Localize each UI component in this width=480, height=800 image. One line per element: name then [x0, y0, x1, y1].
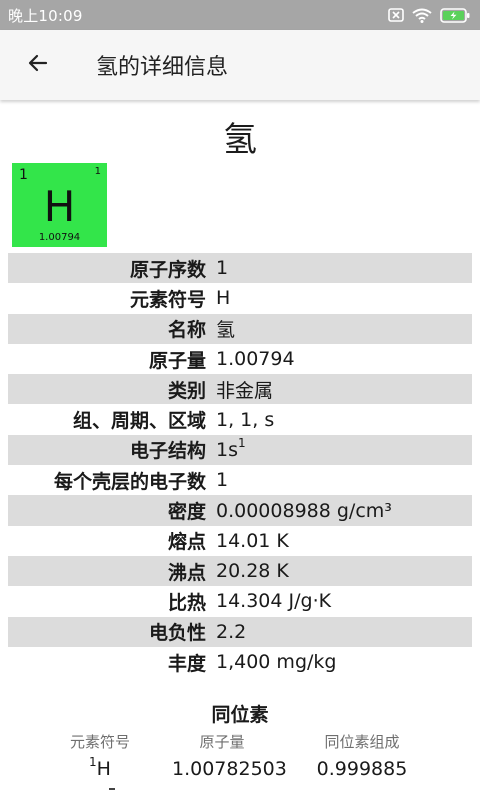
property-value: 1,400 mg/kg [216, 651, 337, 673]
status-bar: 晚上10:09 [0, 0, 480, 30]
property-value: 非金属 [216, 379, 274, 402]
property-label: 原子量 [148, 349, 206, 372]
property-label: 熔点 [167, 531, 206, 554]
isotope-atomic-mass: 1.00782503 [172, 758, 287, 780]
property-row-atomic-number: 原子序数 1 [8, 253, 472, 284]
property-label: 类别 [167, 379, 206, 402]
battery-charging-icon [440, 7, 470, 23]
tile-atomic-number: 1 [19, 167, 28, 183]
back-button[interactable] [14, 41, 62, 89]
property-value: 0.00008988 g/cm³ [216, 499, 392, 522]
property-label: 原子序数 [129, 258, 206, 281]
property-value: 1 [216, 469, 229, 492]
property-row-electrons-per-shell: 每个壳层的电子数 1 [8, 465, 472, 495]
property-label: 沸点 [167, 561, 206, 584]
isotope-subscript-mark [109, 788, 115, 790]
property-row-name: 名称 氢 [8, 313, 472, 344]
isotope-symbol: 1H [50, 755, 150, 780]
status-time: 晚上10:09 [8, 6, 83, 25]
property-value: 1s1 [216, 435, 246, 461]
properties-table: 原子序数 1 元素符号 H 名称 氢 原子量 1.00794 类别 非金属 组、… [8, 253, 472, 677]
property-value: 20.28 K [216, 560, 289, 583]
property-label: 丰度 [167, 652, 206, 675]
property-value: 1, 1, s [216, 408, 275, 431]
wifi-icon [412, 8, 432, 23]
property-label: 名称 [167, 319, 206, 342]
property-row-electronegativity: 电负性 2.2 [8, 616, 472, 647]
property-value: 14.304 J/g·K [216, 590, 332, 613]
property-value: 氢 [216, 319, 236, 342]
electron-config-superscript: 1 [238, 435, 246, 450]
isotope-mass-number: 1 [89, 755, 97, 769]
property-label: 元素符号 [129, 288, 206, 311]
status-icons [388, 7, 470, 23]
property-value: 14.01 K [216, 529, 289, 552]
arrow-left-icon [26, 51, 50, 79]
property-label: 电负性 [148, 622, 206, 645]
tile-atomic-number-small: 1 [94, 166, 101, 177]
isotopes-header-mass: 原子量 [199, 733, 245, 751]
property-value: 2.2 [216, 620, 247, 643]
property-row-symbol: 元素符号 H [8, 283, 472, 313]
property-row-atomic-mass: 原子量 1.00794 [8, 344, 472, 374]
isotope-composition: 0.999885 [316, 758, 408, 780]
property-label: 密度 [167, 501, 206, 524]
property-label: 比热 [167, 591, 206, 614]
property-label: 每个壳层的电子数 [53, 470, 206, 493]
page-title: 氢的详细信息 [96, 55, 229, 80]
electron-config-base: 1s [216, 438, 238, 461]
property-value: 1.00794 [216, 348, 295, 371]
property-value: 1 [216, 257, 229, 280]
isotopes-header-composition: 同位素组成 [324, 733, 400, 751]
app-bar: 氢的详细信息 [0, 30, 480, 100]
sim-off-icon [388, 8, 404, 22]
element-name-heading: 氢 [223, 120, 257, 160]
property-label: 组、周期、区域 [72, 410, 206, 433]
property-row-abundance: 丰度 1,400 mg/kg [8, 647, 472, 677]
element-detail-content[interactable]: 氢 1 1 H 1.00794 原子序数 1 元素符号 H 名称 氢 原子量 1… [0, 100, 480, 800]
tile-symbol: H [43, 182, 76, 231]
property-row-density: 密度 0.00008988 g/cm³ [8, 495, 472, 526]
property-row-boiling-point: 沸点 20.28 K [8, 555, 472, 587]
property-row-group-period-block: 组、周期、区域 1, 1, s [8, 404, 472, 434]
element-tile: 1 1 H 1.00794 [12, 163, 107, 247]
property-row-category: 类别 非金属 [8, 374, 472, 405]
isotopes-title: 同位素 [211, 704, 269, 726]
isotopes-header-symbol: 元素符号 [69, 733, 130, 751]
isotope-symbol-text: H [96, 758, 111, 780]
property-row-electron-configuration: 电子结构 1s1 [8, 434, 472, 466]
property-row-specific-heat: 比热 14.304 J/g·K [8, 586, 472, 616]
property-value: H [216, 287, 231, 310]
property-row-melting-point: 熔点 14.01 K [8, 526, 472, 556]
tile-atomic-mass: 1.00794 [38, 232, 81, 243]
property-label: 电子结构 [129, 440, 206, 463]
